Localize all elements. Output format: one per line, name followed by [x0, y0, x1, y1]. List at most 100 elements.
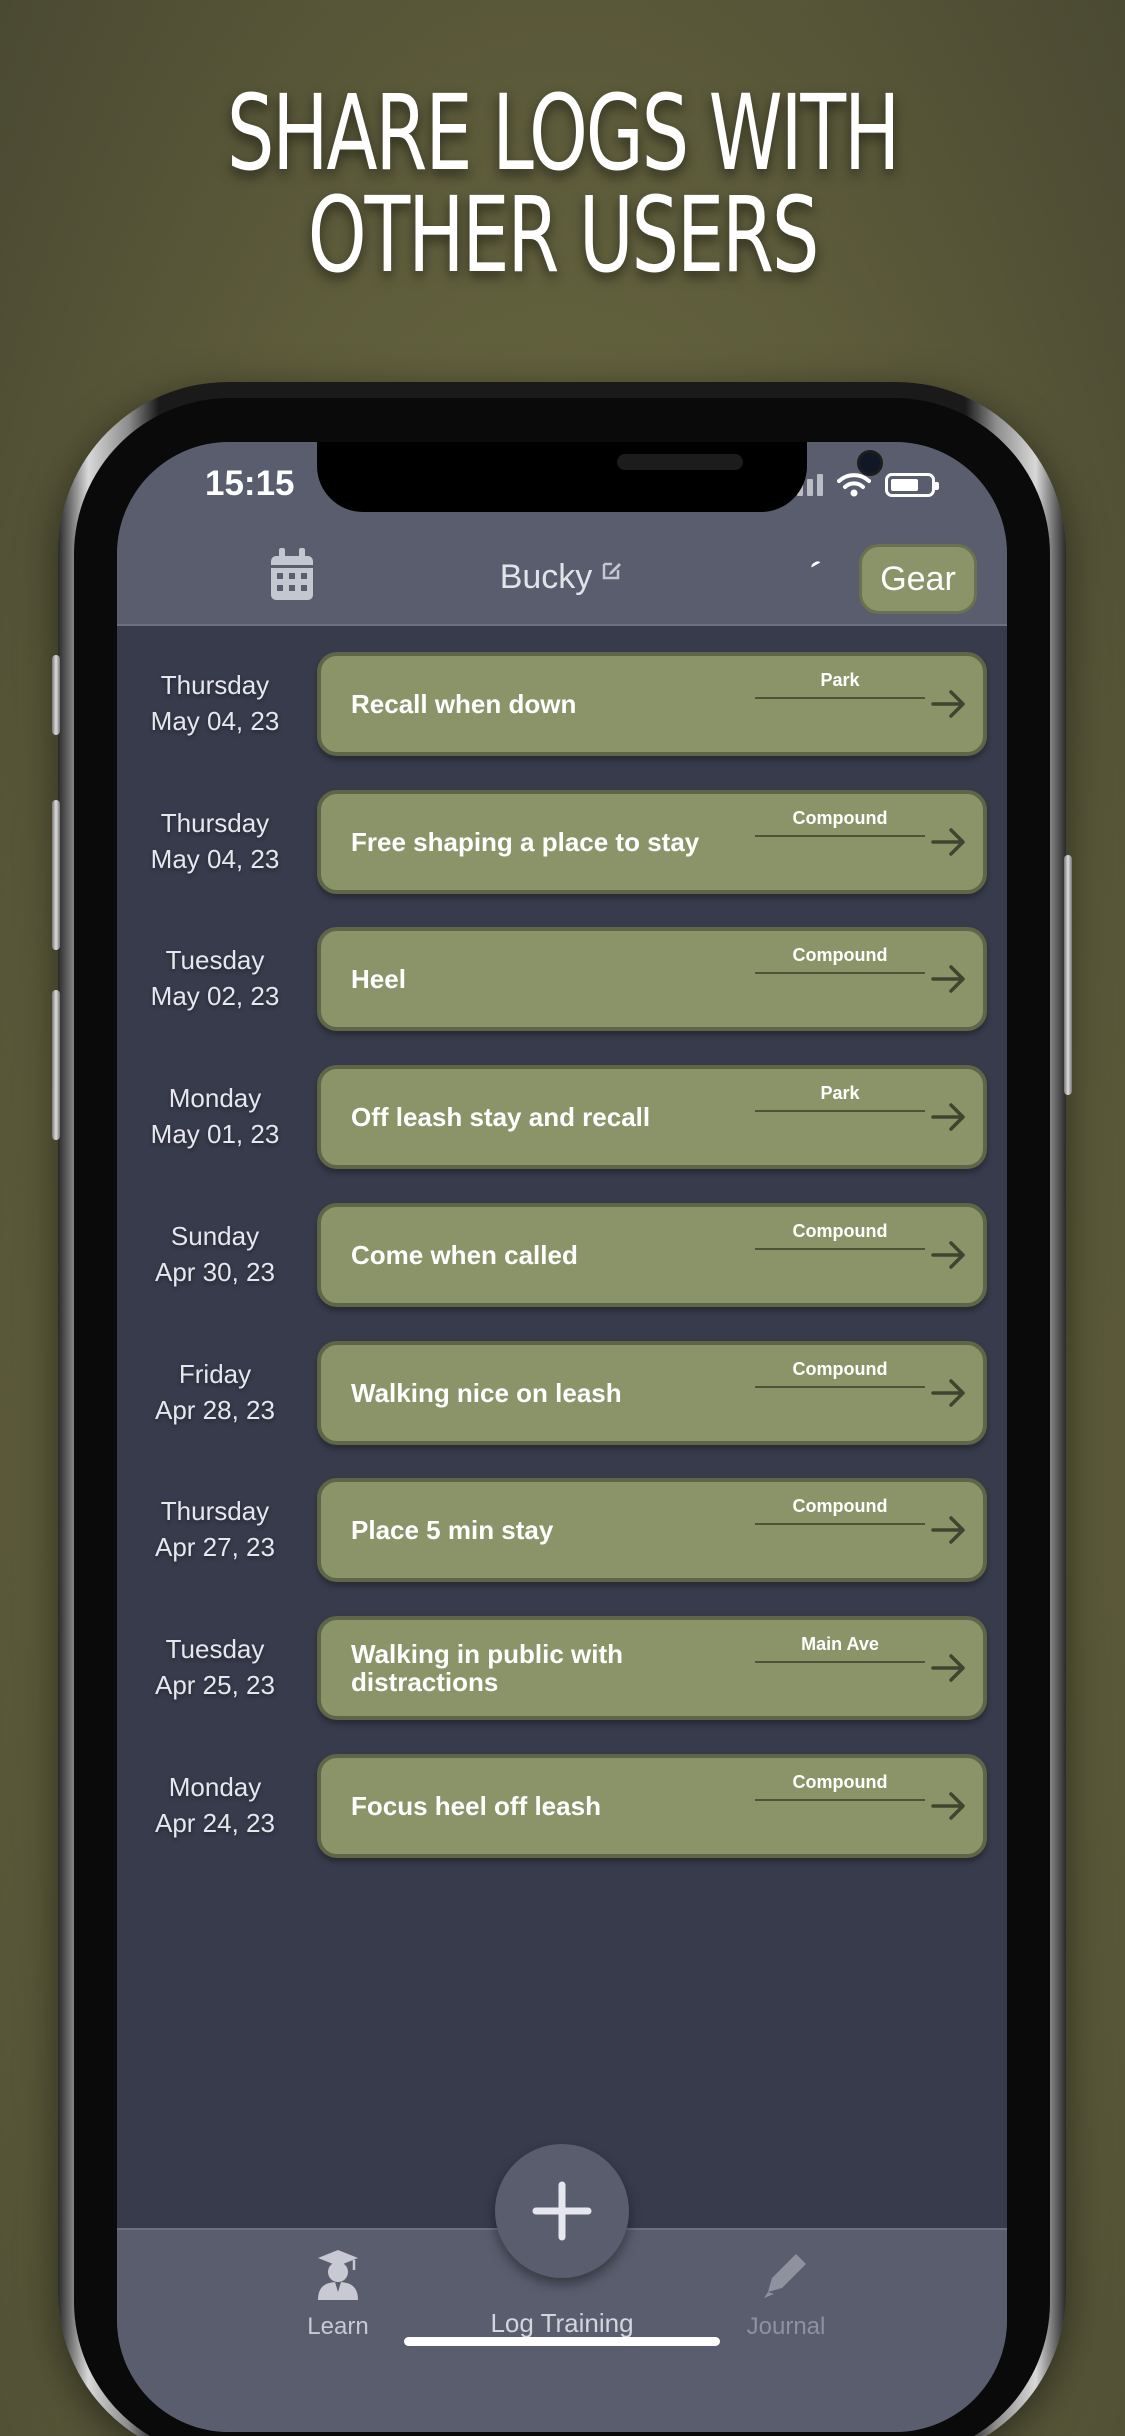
log-entry-row: Thursday May 04, 23 Recall when down Par… — [117, 652, 1007, 756]
tab-learn[interactable]: Learn — [238, 2248, 438, 2341]
front-camera — [857, 450, 883, 476]
entry-weekday: Thursday — [160, 807, 270, 838]
headline-line-2: OTHER USERS — [307, 174, 820, 296]
entry-date: Thursday May 04, 23 — [117, 805, 313, 877]
arrow-right-icon — [931, 1791, 965, 1820]
log-entry-card[interactable]: Walking nice on leash Compound — [317, 1340, 987, 1445]
arrow-right-icon — [931, 1516, 965, 1544]
arrow-right-icon — [931, 827, 965, 856]
mute-switch — [52, 655, 60, 735]
graduate-icon — [318, 2250, 358, 2300]
entry-title: Off leash stay and recall — [351, 1102, 651, 1133]
top-nav-bar: Bucky Gear — [117, 532, 1007, 626]
entry-date-value: Apr 24, 23 — [155, 1807, 275, 1838]
tab-journal[interactable]: Journal — [686, 2248, 886, 2341]
home-indicator — [404, 2337, 720, 2346]
volume-down-button — [52, 990, 60, 1140]
entry-date-value: May 04, 23 — [150, 706, 280, 736]
log-entry-row: Monday May 01, 23 Off leash stay and rec… — [117, 1065, 1007, 1170]
entry-location: Compound — [755, 1772, 925, 1801]
speaker-grill — [617, 454, 743, 470]
entry-location: Compound — [755, 1221, 925, 1250]
entry-weekday: Tuesday — [165, 1633, 265, 1664]
entry-date: Thursday May 04, 23 — [117, 667, 313, 739]
entry-title: Heel — [351, 964, 406, 995]
volume-up-button — [52, 800, 60, 950]
log-entry-row: Sunday Apr 30, 23 Come when called Compo… — [117, 1202, 1007, 1307]
arrow-right-icon — [931, 965, 965, 994]
wifi-icon — [837, 473, 871, 497]
entry-weekday: Thursday — [160, 1496, 270, 1527]
arrow-right-icon — [931, 690, 965, 718]
entry-date-value: May 01, 23 — [150, 1119, 280, 1150]
entry-weekday: Tuesday — [165, 945, 265, 976]
entry-location: Compound — [755, 808, 925, 837]
gear-button[interactable]: Gear — [859, 544, 977, 614]
log-entry-card[interactable]: Place 5 min stay Compound — [317, 1478, 987, 1583]
entry-weekday: Monday — [168, 1771, 262, 1802]
entry-date-value: Apr 27, 23 — [155, 1532, 275, 1563]
log-entry-row: Thursday Apr 27, 23 Place 5 min stay Com… — [117, 1478, 1007, 1583]
entry-date: Friday Apr 28, 23 — [117, 1356, 313, 1428]
tab-log-training-label: Log Training — [490, 2308, 634, 2338]
power-button — [1064, 855, 1072, 1095]
notch — [317, 442, 883, 512]
headline: SHARE LOGS WITH OTHER USERS — [157, 72, 967, 296]
entry-weekday: Friday — [178, 1358, 252, 1389]
status-time: 15:15 — [205, 464, 295, 503]
log-entry-card[interactable]: Recall when down Park — [317, 652, 987, 756]
entry-location: Main Ave — [755, 1634, 925, 1663]
log-entry-row: Tuesday Apr 25, 23 Walking in public wit… — [117, 1615, 1007, 1720]
log-entry-row: Monday Apr 24, 23 Focus heel off leash C… — [117, 1753, 1007, 1858]
arrow-right-icon — [931, 1241, 965, 1269]
entry-location: Compound — [755, 1359, 925, 1388]
entry-date-value: Apr 25, 23 — [155, 1669, 275, 1700]
arrow-right-icon — [931, 1378, 965, 1407]
entry-weekday: Monday — [168, 1083, 262, 1114]
log-entry-row: Thursday May 04, 23 Free shaping a place… — [117, 789, 1007, 894]
dog-name-label: Bucky — [499, 558, 593, 596]
entry-title: Walking in public with distractions — [351, 1638, 624, 1697]
arrow-right-icon — [931, 1103, 965, 1131]
log-entry-card[interactable]: Free shaping a place to stay Compound — [317, 789, 987, 894]
log-entry-row: Friday Apr 28, 23 Walking nice on leash … — [117, 1340, 1007, 1445]
entry-title: Free shaping a place to stay — [351, 826, 700, 857]
battery-icon — [885, 473, 939, 497]
entry-date-value: Apr 28, 23 — [155, 1394, 275, 1425]
log-entry-row: Tuesday May 02, 23 Heel Compound — [117, 927, 1007, 1032]
entry-date: Sunday Apr 30, 23 — [117, 1218, 313, 1290]
entry-date: Monday Apr 24, 23 — [117, 1769, 313, 1841]
entry-date-value: May 04, 23 — [150, 843, 280, 874]
entry-title: Walking nice on leash — [351, 1377, 622, 1408]
entry-title: Focus heel off leash — [351, 1790, 601, 1821]
headline-line-1: SHARE LOGS WITH — [226, 72, 900, 194]
entry-weekday: Thursday — [160, 670, 270, 700]
edit-icon[interactable] — [600, 558, 624, 582]
entry-date: Tuesday May 02, 23 — [117, 942, 313, 1014]
status-icons — [787, 472, 939, 498]
entry-date-value: May 02, 23 — [150, 981, 280, 1012]
entry-date-value: Apr 30, 23 — [155, 1256, 275, 1287]
entry-location: Park — [755, 670, 925, 699]
phone-screen: 15:15 Bucky Gear Thursday May 04, 23 Rec… — [117, 442, 1007, 2432]
log-entry-card[interactable]: Walking in public with distractions Main… — [317, 1615, 987, 1720]
plus-icon — [532, 2181, 592, 2241]
entry-location: Compound — [755, 1496, 925, 1526]
tab-log-training[interactable]: Log Training — [462, 2302, 662, 2339]
entry-location: Park — [755, 1083, 925, 1113]
log-entry-card[interactable]: Come when called Compound — [317, 1202, 987, 1307]
log-entry-card[interactable]: Off leash stay and recall Park — [317, 1065, 987, 1170]
arrow-right-icon — [931, 1654, 965, 1682]
entry-title: Come when called — [351, 1239, 578, 1270]
pen-icon — [764, 2254, 806, 2298]
entry-date: Tuesday Apr 25, 23 — [117, 1631, 313, 1703]
log-entry-card[interactable]: Focus heel off leash Compound — [317, 1753, 987, 1858]
log-entry-card[interactable]: Heel Compound — [317, 927, 987, 1032]
entry-title: Place 5 min stay — [351, 1515, 554, 1546]
add-log-button[interactable] — [495, 2144, 629, 2278]
entry-location: Compound — [755, 945, 925, 975]
entry-weekday: Sunday — [170, 1220, 260, 1251]
entry-title: Recall when down — [351, 689, 577, 719]
entry-date: Monday May 01, 23 — [117, 1080, 313, 1152]
entry-date: Thursday Apr 27, 23 — [117, 1493, 313, 1565]
